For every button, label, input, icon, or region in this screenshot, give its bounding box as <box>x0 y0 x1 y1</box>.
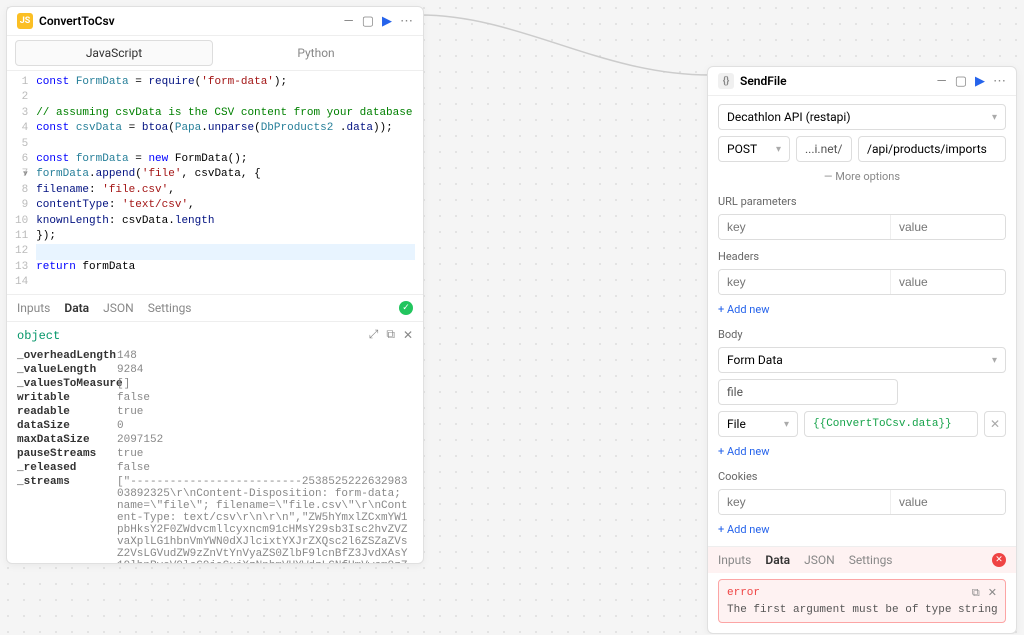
output-row: _streams["--------------------------2538… <box>7 475 423 563</box>
value-input[interactable] <box>891 215 1006 239</box>
key-input[interactable] <box>719 215 891 239</box>
language-tabs: JavaScript Python <box>7 36 423 71</box>
output-row: writablefalse <box>7 391 423 405</box>
body-key[interactable]: file <box>718 379 898 405</box>
key-input[interactable] <box>719 270 891 294</box>
add-body-field[interactable]: + Add new <box>718 443 1006 460</box>
tab-javascript[interactable]: JavaScript <box>15 40 213 66</box>
more-icon[interactable]: ⋯ <box>400 14 413 29</box>
chevron-down-icon: ▾ <box>992 112 997 123</box>
path-input[interactable]: /api/products/imports <box>858 136 1006 162</box>
api-select[interactable]: Decathlon API (restapi) ▾ <box>718 104 1006 130</box>
add-cookie[interactable]: + Add new <box>718 521 1006 538</box>
chevron-down-icon: ▾ <box>784 419 789 430</box>
output-row: maxDataSize2097152 <box>7 433 423 447</box>
section-url-params: URL parameters <box>718 195 1006 208</box>
play-icon[interactable]: ▶ <box>382 14 392 29</box>
tab-python[interactable]: Python <box>217 40 415 66</box>
copy-icon[interactable]: ⧉ <box>972 586 980 600</box>
output-row: _valuesToMeasure[] <box>7 377 423 391</box>
tab-inputs[interactable]: Inputs <box>17 301 50 315</box>
panel-header: {} SendFile — ▢ ▶ ⋯ <box>708 67 1016 96</box>
panel-title: SendFile <box>740 74 937 88</box>
copy-icon[interactable]: ⧉ <box>386 328 395 343</box>
minimize-icon[interactable]: — <box>344 14 354 29</box>
output-row: readabletrue <box>7 405 423 419</box>
file-value-input[interactable]: {{ConvertToCsv.data}} <box>804 411 978 437</box>
minimize-icon[interactable]: — <box>937 74 947 89</box>
cookie-row: ✕ <box>718 489 1006 515</box>
box-icon[interactable]: ▢ <box>362 14 374 29</box>
connector-line <box>420 10 720 90</box>
panel-header: JS ConvertToCsv — ▢ ▶ ⋯ <box>7 7 423 36</box>
expand-icon[interactable]: ⤢ <box>369 328 379 343</box>
remove-icon[interactable]: ✕ <box>984 411 1006 437</box>
box-icon[interactable]: ▢ <box>955 74 967 89</box>
file-type-select[interactable]: File ▾ <box>718 411 798 437</box>
output-table: _overheadLength148_valueLength9284_value… <box>7 349 423 563</box>
js-icon: JS <box>17 13 33 29</box>
section-headers: Headers <box>718 250 1006 263</box>
http-icon: {} <box>718 73 734 89</box>
output-tabs: Inputs Data JSON Settings ✓ <box>7 294 423 321</box>
value-input[interactable] <box>891 270 1006 294</box>
code-editor[interactable]: 123456 ▾7 891011121314 const FormData = … <box>7 71 423 294</box>
output-row: _valueLength9284 <box>7 363 423 377</box>
tab-data[interactable]: Data <box>765 553 790 567</box>
close-icon[interactable]: ✕ <box>988 586 997 600</box>
panel-converttocsv: JS ConvertToCsv — ▢ ▶ ⋯ JavaScript Pytho… <box>6 6 424 564</box>
output-row: _releasedfalse <box>7 461 423 475</box>
more-icon[interactable]: ⋯ <box>993 74 1006 89</box>
data-output: object ⤢ ⧉ ✕ _overheadLength148_valueLen… <box>7 321 423 563</box>
header-row: ✕ <box>718 269 1006 295</box>
error-label: error <box>727 587 760 599</box>
more-options[interactable]: — More options <box>718 168 1006 185</box>
chevron-down-icon: ▾ <box>992 355 997 366</box>
panel-sendfile: {} SendFile — ▢ ▶ ⋯ Decathlon API (resta… <box>707 66 1017 634</box>
body-type-select[interactable]: Form Data ▾ <box>718 347 1006 373</box>
tab-data[interactable]: Data <box>64 301 89 315</box>
error-box: error ⧉ ✕ The first argument must be of … <box>718 579 1006 623</box>
tab-json[interactable]: JSON <box>804 553 835 567</box>
url-param-row: ✕ <box>718 214 1006 240</box>
status-ok-icon: ✓ <box>399 301 413 315</box>
value-input[interactable] <box>891 490 1006 514</box>
host-label: ...i.net/ <box>796 136 852 162</box>
code-content: const FormData = require('form-data'); /… <box>36 75 423 290</box>
output-row: pauseStreamstrue <box>7 447 423 461</box>
status-error-icon: ✕ <box>992 553 1006 567</box>
chevron-down-icon: ▾ <box>776 144 781 155</box>
section-body: Body <box>718 328 1006 341</box>
output-row: _overheadLength148 <box>7 349 423 363</box>
tab-json[interactable]: JSON <box>103 301 134 315</box>
play-icon[interactable]: ▶ <box>975 74 985 89</box>
tab-settings[interactable]: Settings <box>849 553 893 567</box>
tab-inputs[interactable]: Inputs <box>718 553 751 567</box>
output-row: dataSize0 <box>7 419 423 433</box>
output-type: object <box>17 329 60 343</box>
add-header[interactable]: + Add new <box>718 301 1006 318</box>
close-icon[interactable]: ✕ <box>403 328 413 343</box>
line-gutter: 123456 ▾7 891011121314 <box>7 75 36 290</box>
panel-title: ConvertToCsv <box>39 14 344 28</box>
section-cookies: Cookies <box>718 470 1006 483</box>
key-input[interactable] <box>719 490 891 514</box>
error-message: The first argument must be of type strin… <box>727 604 997 616</box>
method-select[interactable]: POST ▾ <box>718 136 790 162</box>
tab-settings[interactable]: Settings <box>148 301 192 315</box>
